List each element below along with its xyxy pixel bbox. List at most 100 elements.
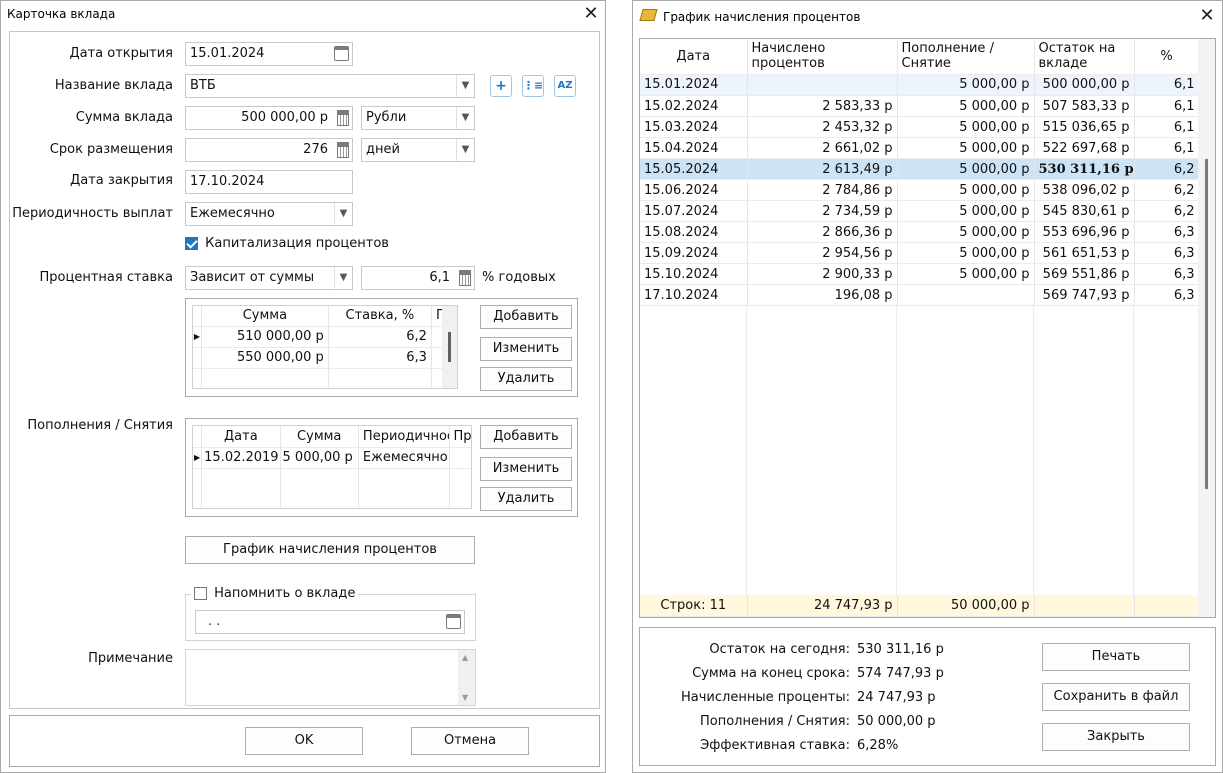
balance-cell[interactable]: 561 651,53 р (1034, 242, 1135, 264)
topup-date-cell[interactable]: 15.02.2019 (201, 447, 281, 469)
rate-cell[interactable]: 6,2 (1134, 158, 1200, 180)
term-field[interactable]: 276 (185, 138, 353, 162)
chevron-down-icon[interactable]: ▼ (456, 75, 474, 97)
rate-amount-cell[interactable]: 510 000,00 р (201, 326, 329, 348)
balance-cell[interactable]: 522 697,68 р (1034, 137, 1135, 159)
calculator-icon[interactable] (337, 142, 349, 158)
close-button[interactable]: Закрыть (1042, 723, 1190, 751)
rate-cell[interactable]: 6,1 (1134, 74, 1200, 96)
open-date-field[interactable]: 15.01.2024 (185, 42, 353, 66)
balance-cell[interactable]: 569 747,93 р (1034, 284, 1135, 306)
topup-cell[interactable]: 5 000,00 р (897, 74, 1035, 96)
scrollbar-thumb[interactable] (448, 332, 451, 362)
rate-value-cell[interactable]: 6,3 (328, 347, 432, 369)
interest-cell[interactable]: 2 661,02 р (747, 137, 898, 159)
capitalization-checkbox[interactable]: Капитализация процентов (185, 236, 389, 251)
chevron-down-icon[interactable]: ▼ (456, 107, 474, 129)
cancel-button[interactable]: Отмена (411, 727, 529, 755)
date-cell[interactable]: 15.01.2024 (640, 74, 748, 96)
term-unit-select[interactable]: дней ▼ (361, 138, 475, 162)
interest-cell[interactable]: 2 453,32 р (747, 116, 898, 138)
rate-cell[interactable]: 6,3 (1134, 242, 1200, 264)
rate-type-select[interactable]: Зависит от суммы ▼ (185, 266, 353, 290)
interest-cell[interactable]: 2 866,36 р (747, 221, 898, 243)
interest-cell[interactable]: 2 734,59 р (747, 200, 898, 222)
balance-cell[interactable]: 500 000,00 р (1034, 74, 1135, 96)
date-cell[interactable]: 15.02.2024 (640, 95, 748, 117)
table-row[interactable]: 15.01.2024 5 000,00 р 500 000,00 р 6,1 (640, 74, 1200, 96)
deposit-name-select[interactable]: ВТБ ▼ (185, 74, 475, 98)
topup-cell[interactable]: 5 000,00 р (897, 200, 1035, 222)
save-file-button[interactable]: Сохранить в файл (1042, 683, 1190, 711)
table-row[interactable]: 15.05.2024 2 613,49 р5 000,00 р 530 311,16… (640, 158, 1200, 180)
table-row[interactable]: 15.06.2024 2 784,86 р5 000,00 р 538 096,02… (640, 179, 1200, 201)
amount-field[interactable]: 500 000,00 р (185, 106, 353, 130)
topup-period-cell[interactable]: Ежемесячно (358, 447, 450, 469)
ok-button[interactable]: OK (245, 727, 363, 755)
topup-cell[interactable]: 5 000,00 р (897, 158, 1035, 180)
table-row[interactable]: 15.07.2024 2 734,59 р5 000,00 р 545 830,61… (640, 200, 1200, 222)
rate-cell[interactable]: 6,3 (1134, 221, 1200, 243)
schedule-button[interactable]: График начисления процентов (185, 536, 475, 564)
column-header[interactable]: Ставка, % (328, 306, 432, 327)
table-row[interactable]: 17.10.2024 196,08 р 569 747,93 р 6,3 (640, 284, 1200, 306)
topup-cell[interactable]: 5 000,00 р (897, 242, 1035, 264)
calculator-icon[interactable] (337, 110, 349, 126)
scroll-down-icon[interactable]: ▼ (462, 693, 468, 702)
balance-cell[interactable]: 507 583,33 р (1034, 95, 1135, 117)
chevron-down-icon[interactable]: ▼ (456, 139, 474, 161)
topup-cell[interactable]: 5 000,00 р (897, 137, 1035, 159)
remind-date-field[interactable]: . . (195, 610, 465, 634)
rate-add-button[interactable]: Добавить (480, 305, 572, 329)
scroll-up-icon[interactable]: ▲ (462, 653, 468, 662)
balance-cell[interactable]: 530 311,16 р (1034, 158, 1135, 180)
chevron-down-icon[interactable]: ▼ (334, 203, 352, 225)
column-header[interactable]: Дата (201, 426, 281, 448)
rate-cell[interactable]: 6,1 (1134, 137, 1200, 159)
column-header-interest[interactable]: Начислено процентов (747, 39, 898, 75)
calendar-icon[interactable] (446, 614, 461, 629)
balance-cell[interactable]: 515 036,65 р (1034, 116, 1135, 138)
column-header-balance[interactable]: Остаток на вкладе (1034, 39, 1135, 75)
column-header[interactable]: Пр (449, 426, 471, 448)
close-icon[interactable]: ✕ (581, 4, 601, 24)
topup-delete-button[interactable]: Удалить (480, 487, 572, 511)
topup-cell[interactable]: 5 000,00 р (897, 116, 1035, 138)
column-header-rate[interactable]: % (1134, 39, 1200, 75)
topup-cell[interactable]: 5 000,00 р (897, 263, 1035, 285)
column-header-topups[interactable]: Пополнение / Снятие (897, 39, 1035, 75)
rate-cell[interactable]: 6,3 (1134, 263, 1200, 285)
rate-value-cell[interactable]: 6,2 (328, 326, 432, 348)
balance-cell[interactable]: 545 830,61 р (1034, 200, 1135, 222)
rate-cell[interactable]: 6,1 (1134, 116, 1200, 138)
date-cell[interactable]: 15.09.2024 (640, 242, 748, 264)
rate-cell[interactable]: 6,2 (1134, 179, 1200, 201)
currency-select[interactable]: Рубли ▼ (361, 106, 475, 130)
payout-select[interactable]: Ежемесячно ▼ (185, 202, 353, 226)
interest-cell[interactable]: 196,08 р (747, 284, 898, 306)
balance-cell[interactable]: 553 696,96 р (1034, 221, 1135, 243)
table-row[interactable]: 15.08.2024 2 866,36 р5 000,00 р 553 696,96… (640, 221, 1200, 243)
interest-cell[interactable]: 2 613,49 р (747, 158, 898, 180)
topup-cell[interactable] (897, 284, 1035, 306)
table-row[interactable]: 15.09.2024 2 954,56 р5 000,00 р 561 651,53… (640, 242, 1200, 264)
topup-add-button[interactable]: Добавить (480, 425, 572, 449)
rate-amount-cell[interactable]: 550 000,00 р (201, 347, 329, 369)
checkbox-unchecked-icon[interactable] (194, 587, 207, 600)
topup-edit-button[interactable]: Изменить (480, 457, 572, 481)
rate-cell[interactable]: 6,3 (1134, 284, 1200, 306)
interest-cell[interactable]: 2 954,56 р (747, 242, 898, 264)
interest-cell[interactable]: 2 784,86 р (747, 179, 898, 201)
calendar-icon[interactable] (334, 46, 349, 61)
column-header[interactable]: Сумма (201, 306, 329, 327)
close-icon[interactable]: ✕ (1197, 6, 1217, 26)
interest-cell[interactable]: 2 583,33 р (747, 95, 898, 117)
scrollbar-vertical[interactable] (1198, 39, 1215, 617)
add-icon[interactable]: + (490, 75, 512, 97)
rate-cell[interactable]: 6,2 (1134, 200, 1200, 222)
column-header[interactable]: Периодичнос (358, 426, 450, 448)
rate-field[interactable]: 6,1 (361, 266, 475, 290)
rate-delete-button[interactable]: Удалить (480, 367, 572, 391)
balance-cell[interactable]: 538 096,02 р (1034, 179, 1135, 201)
column-header-date[interactable]: Дата (640, 39, 748, 75)
